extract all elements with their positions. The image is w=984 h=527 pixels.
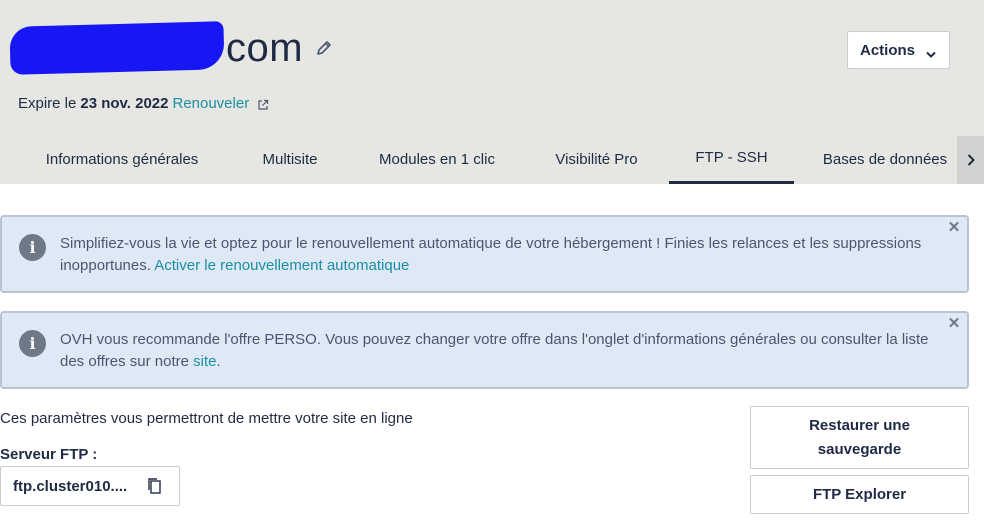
actions-button[interactable]: Actions [847,31,950,69]
tabs-scroll-right-button[interactable] [957,136,984,184]
info-icon: i [19,234,46,261]
tab-informations-generales[interactable]: Informations générales [28,134,216,184]
domain-title: com [9,18,333,78]
expiration-info: Expire le 23 nov. 2022 Renouveler [18,95,269,112]
chevron-right-icon [967,154,975,166]
ftp-explorer-button[interactable]: FTP Explorer [750,475,969,514]
expire-date: 23 nov. 2022 [80,95,169,112]
tab-modules-1-clic[interactable]: Modules en 1 clic [364,134,510,184]
banner-text: Simplifiez-vous la vie et optez pour le … [60,235,922,274]
tab-multisite[interactable]: Multisite [244,134,336,184]
tab-visibilite-pro[interactable]: Visibilité Pro [538,134,655,184]
tab-bar: Informations générales Multisite Modules… [0,134,984,184]
actions-label: Actions [859,41,915,59]
copy-icon[interactable] [147,477,163,495]
renew-link[interactable]: Renouveler [172,95,249,112]
pencil-icon[interactable] [315,39,333,57]
close-icon[interactable]: ✕ [947,315,961,332]
offers-site-link[interactable]: site [193,353,216,370]
close-icon[interactable]: ✕ [947,219,961,236]
restore-backup-button[interactable]: Restaurer une sauvegarde [750,406,969,469]
tab-bases-de-donnees[interactable]: Bases de données [812,134,958,184]
ftp-intro-text: Ces paramètres vous permettront de mettr… [0,410,413,427]
banner-text: OVH vous recommande l'offre PERSO. Vous … [60,331,929,370]
redaction-mark [9,21,225,75]
domain-suffix: com [226,25,304,70]
activate-auto-renew-link[interactable]: Activer le renouvellement automatique [154,257,409,274]
ftp-server-field: ftp.cluster010.... [0,466,180,506]
chevron-down-icon [925,46,937,58]
ftp-server-value: ftp.cluster010.... [13,477,128,495]
offer-recommendation-banner: i OVH vous recommande l'offre PERSO. Vou… [0,311,969,389]
ftp-server-label: Serveur FTP : [0,446,98,463]
external-link-icon[interactable] [257,98,269,110]
info-icon: i [19,330,46,357]
tab-ftp-ssh[interactable]: FTP - SSH [669,134,794,184]
expire-prefix: Expire le [18,95,77,112]
auto-renew-banner: i Simplifiez-vous la vie et optez pour l… [0,215,969,293]
